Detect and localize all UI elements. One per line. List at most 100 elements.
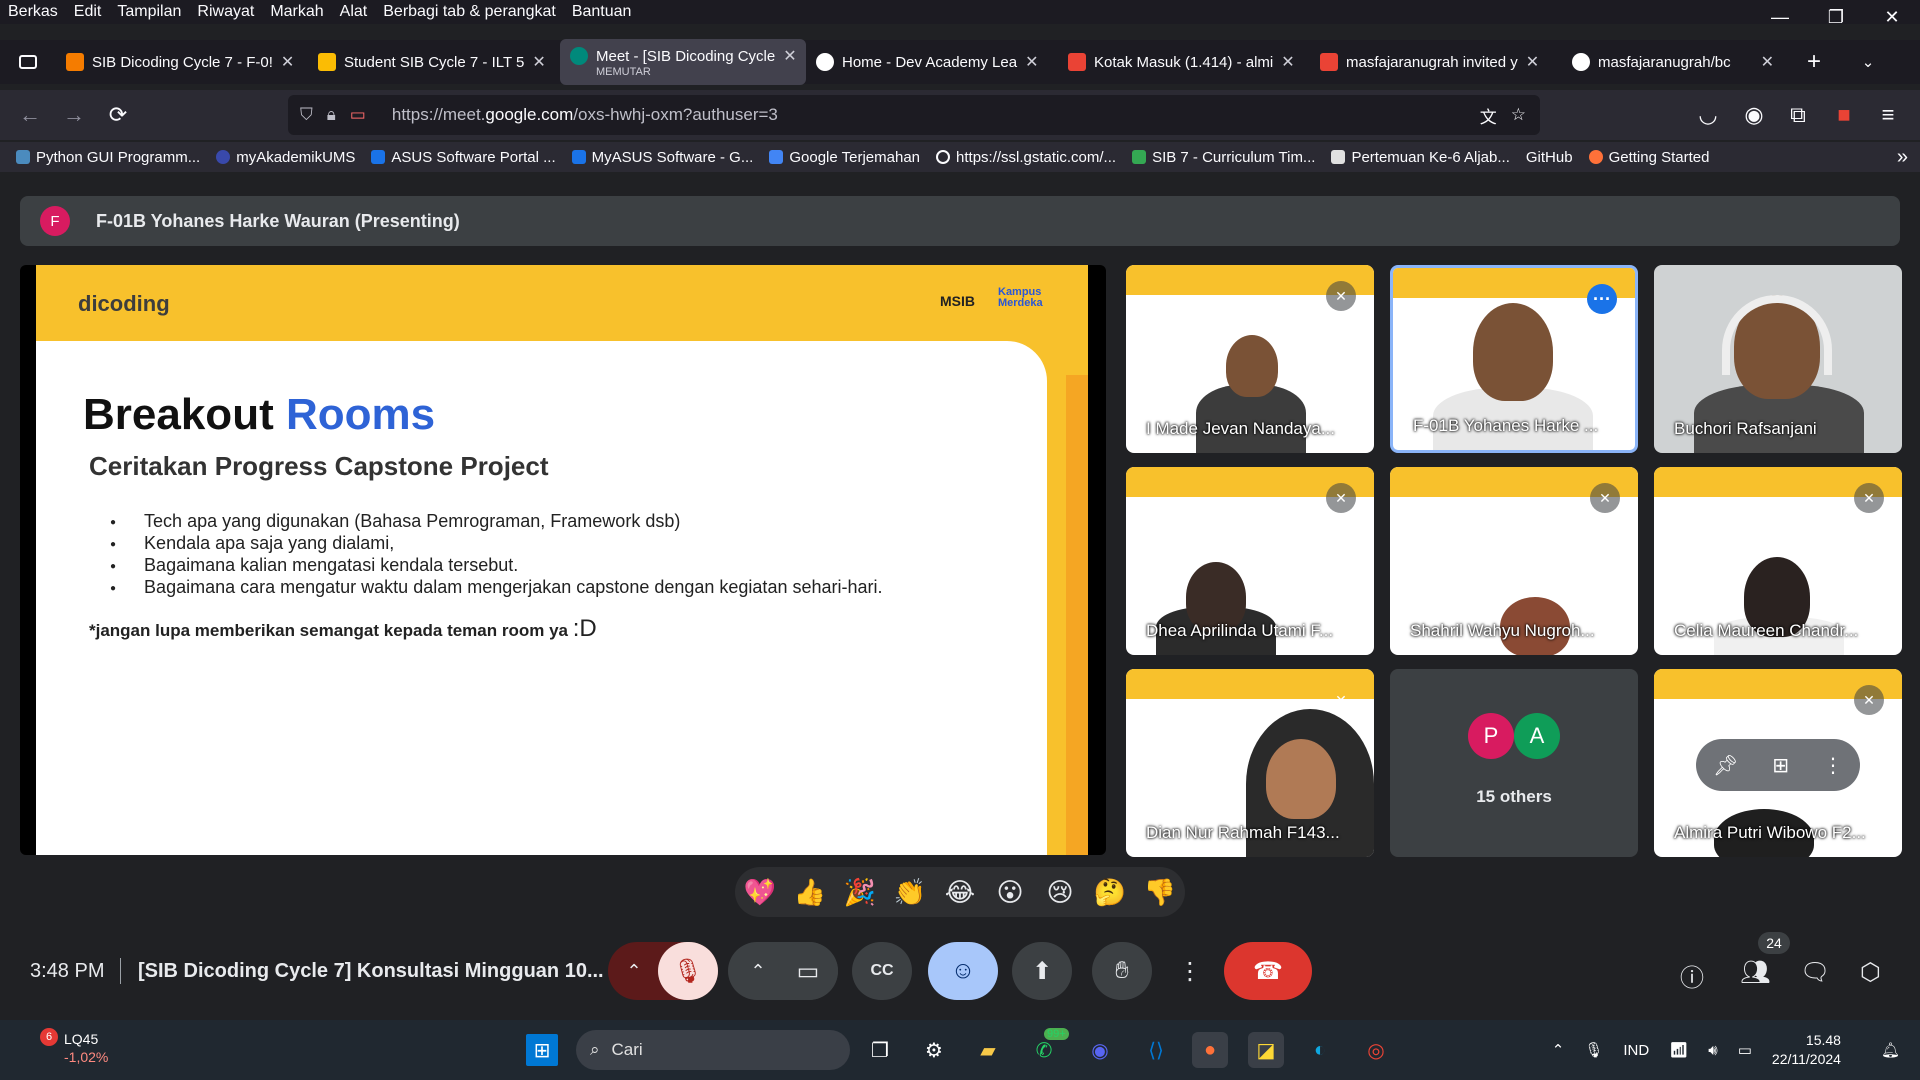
- menu-alat[interactable]: Alat: [332, 3, 376, 21]
- close-tab-icon[interactable]: ✕: [1281, 52, 1294, 72]
- sticky-notes-icon[interactable]: ◪: [1248, 1032, 1284, 1068]
- menu-riwayat[interactable]: Riwayat: [189, 3, 262, 21]
- chevron-down-icon[interactable]: ⌄: [1844, 40, 1892, 84]
- reaction-thumbs-up[interactable]: 👍: [792, 877, 828, 908]
- menu-tampilan[interactable]: Tampilan: [109, 3, 189, 21]
- wifi-icon[interactable]: 📶︎: [1669, 1041, 1688, 1059]
- chevron-up-icon[interactable]: ⌃: [1552, 1041, 1565, 1059]
- tab-meet[interactable]: Meet - [SIB Dicoding Cycle ✕ MEMUTAR: [560, 39, 806, 85]
- others-tile[interactable]: P A 15 others: [1390, 669, 1638, 857]
- participant-tile[interactable]: ✕ I Made Jevan Nandaya...: [1126, 265, 1374, 453]
- reaction-sparkling-heart[interactable]: 💖: [742, 877, 778, 908]
- task-view-icon[interactable]: ❐: [862, 1032, 898, 1068]
- mic-toggle-button[interactable]: 🎙︎: [658, 942, 718, 1000]
- menu-icon[interactable]: ≡: [1866, 93, 1910, 137]
- extension-red-icon[interactable]: ■: [1822, 93, 1866, 137]
- whatsapp-icon[interactable]: ✆ 99+: [1026, 1028, 1069, 1068]
- close-tab-icon[interactable]: ✕: [1025, 52, 1038, 72]
- participant-tile[interactable]: ✕ 📌︎ ⊞ ⋮ Almira Putri Wibowo F2...: [1654, 669, 1902, 857]
- volume-icon[interactable]: 🔊︎: [1708, 1042, 1717, 1059]
- new-tab-button[interactable]: +: [1784, 40, 1844, 84]
- bookmark-google-translate[interactable]: Google Terjemahan: [769, 149, 920, 166]
- vscode-icon[interactable]: ⟨⟩: [1138, 1032, 1174, 1068]
- more-bookmarks-icon[interactable]: »: [1897, 146, 1908, 169]
- reload-button[interactable]: ⟳: [96, 93, 140, 137]
- language-indicator[interactable]: IND: [1623, 1042, 1649, 1059]
- participant-tile[interactable]: ✕ Celia Maureen Chandr...: [1654, 467, 1902, 655]
- account-icon[interactable]: ◉: [1732, 93, 1776, 137]
- shield-icon[interactable]: ⛉: [300, 105, 313, 125]
- windows-start-icon[interactable]: ⊞: [526, 1034, 558, 1066]
- menu-berbagi[interactable]: Berbagi tab & perangkat: [375, 3, 564, 21]
- tab-gmail-inbox[interactable]: Kotak Masuk (1.414) - almi ✕: [1058, 40, 1310, 84]
- people-icon[interactable]: 👥︎: [1740, 958, 1770, 987]
- activities-icon[interactable]: ⬡: [1860, 958, 1881, 987]
- close-tab-icon[interactable]: ✕: [281, 52, 294, 72]
- participant-tile[interactable]: ✕ Dhea Aprilinda Utami F...: [1126, 467, 1374, 655]
- discord-icon[interactable]: ◉: [1082, 1032, 1118, 1068]
- bookmark-myasus[interactable]: MyASUS Software - G...: [571, 149, 753, 166]
- bookmark-getting-started[interactable]: Getting Started: [1588, 149, 1709, 166]
- captions-button[interactable]: CC: [852, 942, 912, 1000]
- bookmark-gstatic[interactable]: https://ssl.gstatic.com/...: [936, 149, 1116, 166]
- battery-icon[interactable]: ▭: [1738, 1041, 1752, 1059]
- url-bar[interactable]: ⛉ 🔒︎ ▭ https://meet.google.com/oxs-hwhj-…: [288, 95, 1540, 135]
- taskbar-search[interactable]: ⌕ Cari: [576, 1030, 850, 1070]
- restore-button[interactable]: ❐: [1808, 0, 1864, 34]
- bookmark-sib7[interactable]: SIB 7 - Curriculum Tim...: [1132, 149, 1315, 166]
- menu-markah[interactable]: Markah: [262, 3, 331, 21]
- url-text[interactable]: https://meet.google.com/oxs-hwhj-oxm?aut…: [392, 105, 778, 125]
- close-tab-icon[interactable]: ✕: [532, 52, 545, 72]
- present-screen-button[interactable]: ⬆: [1012, 942, 1072, 1000]
- bookmark-python[interactable]: Python GUI Programm...: [16, 149, 200, 166]
- edge-icon[interactable]: ◐: [1302, 1032, 1338, 1068]
- chrome-icon[interactable]: ◎: [1358, 1032, 1394, 1068]
- close-tab-icon[interactable]: ✕: [783, 46, 796, 66]
- emoji-reactions-button[interactable]: ☺: [928, 942, 998, 1000]
- tab-list-button[interactable]: [0, 40, 56, 84]
- forward-button[interactable]: →: [52, 93, 96, 137]
- presentation-slide[interactable]: dicoding MSIB Kampus Merdeka Breakout Ro…: [20, 265, 1106, 855]
- reaction-party[interactable]: 🎉: [842, 877, 878, 908]
- more-vert-icon[interactable]: ⋮: [1823, 753, 1843, 778]
- leave-call-button[interactable]: ☎︎: [1224, 942, 1312, 1000]
- tab-dev-academy[interactable]: Home - Dev Academy Lea ✕: [806, 40, 1058, 84]
- close-window-button[interactable]: ✕: [1864, 0, 1920, 34]
- notification-bell-icon[interactable]: 🔔︎: [1881, 1041, 1900, 1059]
- tab-sib-dicoding[interactable]: SIB Dicoding Cycle 7 - F-0! ✕: [56, 40, 308, 84]
- reaction-sad[interactable]: 😢: [1042, 877, 1078, 908]
- reaction-laugh[interactable]: 😂: [942, 877, 978, 908]
- more-options-icon[interactable]: ···: [1587, 284, 1617, 314]
- bookmark-myakademik[interactable]: myAkademikUMS: [216, 149, 355, 166]
- back-button[interactable]: ←: [8, 93, 52, 137]
- menu-berkas[interactable]: Berkas: [0, 3, 66, 21]
- meeting-details-icon[interactable]: ⓘ: [1680, 958, 1704, 993]
- reaction-thinking[interactable]: 🤔: [1092, 877, 1128, 908]
- bookmark-asus-portal[interactable]: ASUS Software Portal ...: [371, 149, 556, 166]
- translate-icon[interactable]: 文: [1480, 103, 1497, 128]
- file-explorer-icon[interactable]: ▰: [970, 1032, 1006, 1068]
- pin-icon[interactable]: 📌︎: [1713, 753, 1738, 778]
- close-tab-icon[interactable]: ✕: [1761, 52, 1774, 72]
- menu-bantuan[interactable]: Bantuan: [564, 3, 640, 21]
- menu-edit[interactable]: Edit: [66, 3, 110, 21]
- reaction-surprised[interactable]: 😮: [992, 877, 1028, 908]
- bookmark-github[interactable]: GitHub: [1526, 149, 1573, 166]
- extensions-icon[interactable]: ⧉: [1776, 93, 1820, 137]
- camera-toggle-button[interactable]: ▭: [778, 942, 838, 1000]
- frame-icon[interactable]: ⊞: [1772, 753, 1789, 778]
- microphone-icon[interactable]: 🎙︎: [1584, 1041, 1603, 1059]
- lock-icon[interactable]: 🔒︎: [327, 105, 336, 125]
- stock-widget[interactable]: 6 LQ45 -1,02%: [22, 1028, 108, 1066]
- participant-tile-active[interactable]: ··· F-01B Yohanes Harke ...: [1390, 265, 1638, 453]
- reaction-clap[interactable]: 👏: [892, 877, 928, 908]
- clock[interactable]: 15.48 22/11/2024: [1772, 1031, 1861, 1069]
- pocket-icon[interactable]: ◡: [1686, 93, 1730, 137]
- reaction-thumbs-down[interactable]: 👎: [1142, 877, 1178, 908]
- firefox-icon[interactable]: ●: [1192, 1032, 1228, 1068]
- close-tab-icon[interactable]: ✕: [1526, 52, 1539, 72]
- tab-github[interactable]: masfajaranugrah/bc ✕: [1562, 40, 1784, 84]
- settings-gear-icon[interactable]: ⚙: [916, 1032, 952, 1068]
- tab-student-sib[interactable]: Student SIB Cycle 7 - ILT 5 ✕: [308, 40, 560, 84]
- chat-icon[interactable]: 🗨︎: [1800, 958, 1830, 987]
